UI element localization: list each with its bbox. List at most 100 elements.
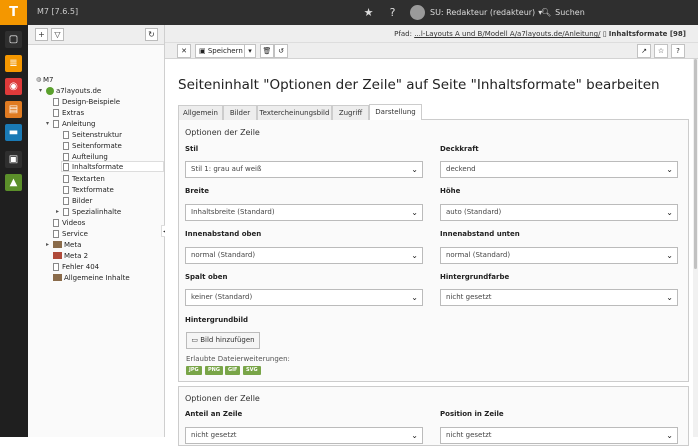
close-button[interactable]: ✕ (177, 44, 191, 58)
site-name: M7 [7.6.5] (37, 7, 79, 16)
tree-node[interactable]: Textarten (63, 173, 105, 184)
tree-node[interactable]: Service (53, 228, 88, 239)
breite-label: Breite (185, 187, 210, 195)
add-image-button[interactable]: ▭ Bild hinzufügen (186, 332, 260, 349)
tab-zugriff[interactable]: Zugriff (332, 105, 369, 120)
section-title: Optionen der Zelle (185, 394, 260, 403)
tree-node[interactable]: Seitenstruktur (63, 129, 122, 140)
stil-select[interactable]: Stil 1: grau auf weiß ⌄ (185, 161, 423, 178)
open-new-window-button[interactable]: ↗ (637, 44, 651, 58)
search-button[interactable]: 🔍︎ Suchen (541, 4, 585, 21)
filelist-module-icon[interactable]: ▣ (5, 151, 22, 168)
spalt-oben-select[interactable]: keiner (Standard) ⌄ (185, 289, 423, 306)
help-button[interactable]: ? (671, 44, 685, 58)
new-page-icon[interactable]: + (35, 28, 48, 41)
chevron-down-icon: ⌄ (411, 293, 418, 302)
site-globe-icon (46, 86, 54, 95)
hoehe-select[interactable]: auto (Standard) ⌄ (440, 204, 678, 221)
help-icon: ? (676, 47, 680, 55)
page-icon (53, 218, 59, 227)
tree-node[interactable]: Extras (53, 107, 84, 118)
tab-texterscheinungsbild[interactable]: Textercheinungsbild (257, 105, 332, 120)
page-module-icon[interactable]: ▢ (5, 31, 22, 48)
tree-node[interactable]: ▾ Anleitung (46, 118, 95, 129)
position-select[interactable]: nicht gesetzt ⌄ (440, 427, 678, 444)
tree-node[interactable]: Bilder (63, 195, 92, 206)
breadcrumb: Pfad: ...l-Layouts A und B/Modell A/a7la… (394, 30, 686, 38)
chevron-down-icon: ⌄ (411, 431, 418, 440)
view-module-icon[interactable]: ◉ (5, 78, 22, 95)
user-menu[interactable]: SU: Redakteur (redakteur) ▾ (410, 4, 542, 21)
tab-bilder[interactable]: Bilder (223, 105, 257, 120)
page-icon (53, 229, 59, 238)
filter-icon[interactable]: ▽ (51, 28, 64, 41)
chevron-down-icon: ⌄ (666, 208, 673, 217)
deckkraft-select[interactable]: deckend ⌄ (440, 161, 678, 178)
chevron-down-icon[interactable]: ▾ (46, 120, 52, 127)
tree-node[interactable]: ▸ Spezialinhalte (56, 206, 121, 217)
avatar (410, 5, 425, 20)
page-icon (63, 207, 69, 216)
page-icon (63, 141, 69, 150)
save-button[interactable]: ▣ Speichern (195, 44, 245, 58)
chevron-down-icon: ⌄ (411, 208, 418, 217)
tree-node-selected[interactable]: Inhaltsformate (61, 161, 164, 172)
chevron-down-icon: ▾ (248, 47, 252, 55)
typo3-logo[interactable]: T (0, 0, 27, 25)
refresh-icon[interactable]: ↻ (145, 28, 158, 41)
tree-node[interactable]: Videos (53, 217, 85, 228)
chevron-right-icon[interactable]: ▸ (56, 208, 62, 215)
tab-darstellung[interactable]: Darstellung (369, 104, 422, 121)
innenabstand-oben-select[interactable]: normal (Standard) ⌄ (185, 247, 423, 264)
tree-node[interactable]: Allgemeine Inhalte (53, 272, 130, 283)
tree-node[interactable]: Meta 2 (53, 250, 88, 261)
chevron-down-icon: ⌄ (411, 251, 418, 260)
button-bar: ✕ ▣ Speichern ▾ 🗑︎ ↺ ↗ ☆ ? (165, 43, 698, 59)
scrollbar-thumb[interactable] (694, 59, 697, 269)
help-icon[interactable]: ? (384, 4, 401, 21)
list-module-icon[interactable]: ≣ (5, 55, 22, 72)
deckkraft-label: Deckkraft (440, 145, 479, 153)
anteil-label: Anteil an Zeile (185, 410, 243, 418)
breadcrumb-link[interactable]: ...l-Layouts A und B/Modell A/a7layouts.… (414, 30, 600, 38)
chevron-down-icon[interactable]: ▾ (39, 87, 45, 94)
tree-node[interactable]: Textformate (63, 184, 114, 195)
section-cell-options: Optionen der Zelle Anteil an Zeile nicht… (178, 386, 689, 446)
chevron-down-icon: ⌄ (666, 165, 673, 174)
innenabstand-unten-select[interactable]: normal (Standard) ⌄ (440, 247, 678, 264)
undo-button[interactable]: ↺ (274, 44, 288, 58)
extension-module-icon[interactable]: ▲ (5, 174, 22, 191)
page-icon (63, 185, 69, 194)
ext-badge: GIF (225, 366, 241, 375)
scrollbar[interactable] (693, 59, 698, 437)
undo-icon: ↺ (278, 47, 284, 55)
anteil-select[interactable]: nicht gesetzt ⌄ (185, 427, 423, 444)
topbar: T M7 [7.6.5] ★ ? SU: Redakteur (redakteu… (0, 0, 698, 25)
star-icon[interactable]: ★ (360, 4, 377, 21)
tree-node[interactable]: Fehler 404 (53, 261, 99, 272)
search-label: Suchen (555, 8, 585, 17)
tree-node[interactable]: Design-Beispiele (53, 96, 120, 107)
page-icon (53, 119, 59, 128)
tree-node[interactable]: ▸ Meta (46, 239, 81, 250)
folder-icon (53, 274, 62, 281)
chevron-right-icon[interactable]: ▸ (46, 241, 52, 248)
chevron-down-icon: ⌄ (411, 165, 418, 174)
chevron-down-icon: ⌄ (666, 251, 673, 260)
hintergrundfarbe-select[interactable]: nicht gesetzt ⌄ (440, 289, 678, 306)
page-icon (63, 174, 69, 183)
section-title: Optionen der Zeile (185, 128, 260, 137)
template-module-icon[interactable]: ▤ (5, 101, 22, 118)
bookmark-button[interactable]: ☆ (654, 44, 668, 58)
page-icon (63, 130, 69, 139)
tree-node-root[interactable]: ◍ M7 (36, 74, 54, 85)
tab-allgemein[interactable]: Allgemein (178, 105, 223, 120)
tree-node-site[interactable]: ▾ a7layouts.de (39, 85, 101, 96)
delete-button[interactable]: 🗑︎ (260, 44, 274, 58)
spalt-oben-label: Spalt oben (185, 273, 228, 281)
tree-node[interactable]: Seitenformate (63, 140, 122, 151)
info-module-icon[interactable]: ▬ (5, 124, 22, 141)
save-dropdown-button[interactable]: ▾ (244, 44, 256, 58)
breite-select[interactable]: Inhaltsbreite (Standard) ⌄ (185, 204, 423, 221)
page-tree: + ▽ ↻ ◍ M7 ▾ a7layouts.de Design-Beispiele… (28, 25, 165, 437)
